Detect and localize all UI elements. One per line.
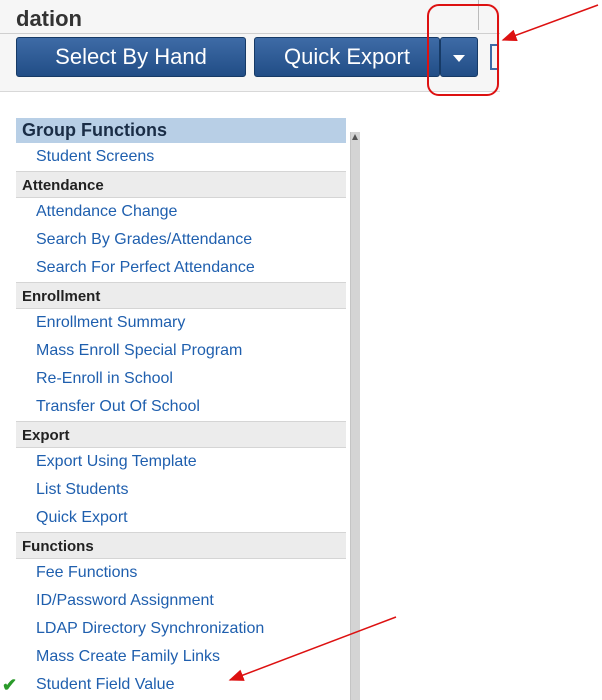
arrow-to-student-field-value <box>228 616 397 681</box>
annotation-arrows <box>228 4 599 681</box>
arrow-to-dropdown <box>501 4 599 41</box>
